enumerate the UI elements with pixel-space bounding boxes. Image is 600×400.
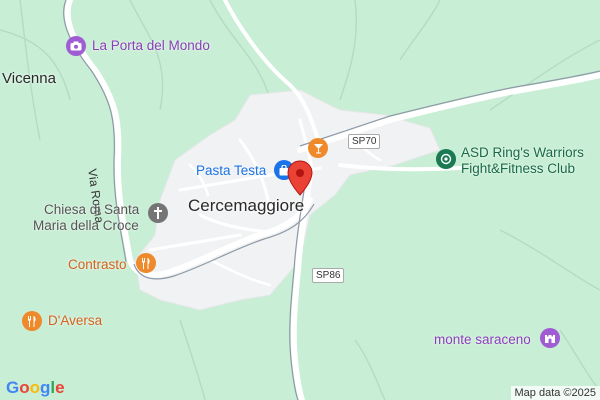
cross-icon[interactable] bbox=[148, 203, 168, 223]
google-logo[interactable]: Google bbox=[6, 378, 65, 398]
castle-icon[interactable] bbox=[540, 328, 560, 348]
cocktail-icon[interactable] bbox=[308, 138, 328, 158]
poi-label-contrasto[interactable]: Contrasto bbox=[68, 257, 127, 273]
poi-label-pasta-testa[interactable]: Pasta Testa bbox=[196, 163, 266, 179]
map-attribution[interactable]: Map data ©2025 bbox=[510, 386, 600, 400]
restaurant-icon[interactable] bbox=[22, 311, 42, 331]
poi-label-daversa[interactable]: D'Aversa bbox=[48, 313, 102, 329]
map-canvas[interactable]: Vicenna Cercemaggiore Via Roma SP70 SP86… bbox=[0, 0, 600, 400]
road-shield-sp70: SP70 bbox=[348, 134, 381, 149]
poi-label-chiesa-line1[interactable]: Chiesa di Santa bbox=[44, 202, 139, 218]
fitness-icon[interactable] bbox=[436, 149, 456, 169]
road-shield-sp86: SP86 bbox=[312, 268, 345, 283]
restaurant-icon[interactable] bbox=[136, 253, 156, 273]
camera-icon[interactable] bbox=[66, 36, 86, 56]
poi-label-asd-line1[interactable]: ASD Ring's Warriors bbox=[461, 145, 584, 161]
place-label-vicenna[interactable]: Vicenna bbox=[2, 70, 56, 87]
poi-label-chiesa-line2[interactable]: Maria della Croce bbox=[33, 218, 139, 234]
location-pin-icon[interactable] bbox=[287, 160, 313, 196]
poi-label-monte-saraceno[interactable]: monte saraceno bbox=[434, 332, 531, 348]
place-label-cercemaggiore[interactable]: Cercemaggiore bbox=[188, 196, 304, 216]
poi-label-la-porta-del-mondo[interactable]: La Porta del Mondo bbox=[92, 38, 210, 54]
google-logo-text: Google bbox=[6, 378, 65, 397]
poi-label-asd-line2[interactable]: Fight&Fitness Club bbox=[461, 161, 575, 177]
